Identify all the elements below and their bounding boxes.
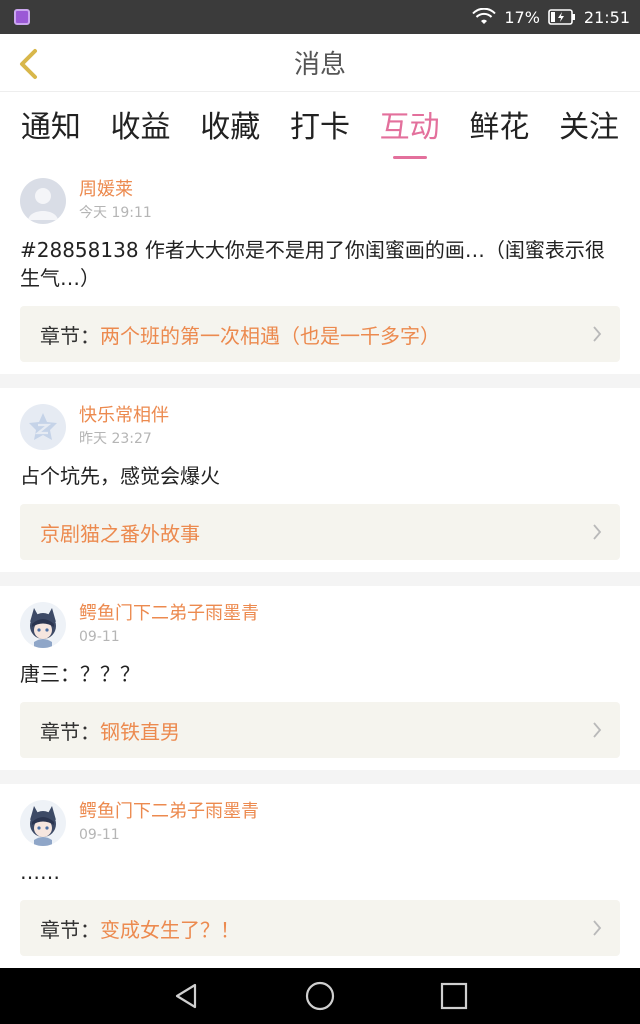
status-bar: 17% 21:51	[0, 0, 640, 34]
avatar[interactable]	[20, 602, 66, 648]
tab-following[interactable]: 关注	[555, 96, 623, 152]
app-notification-icon	[14, 9, 30, 25]
page-title: 消息	[293, 50, 346, 80]
timestamp: 昨天 23:27	[79, 431, 152, 447]
username[interactable]: 鳄鱼门下二弟子雨墨青	[79, 602, 259, 626]
timestamp: 09-11	[79, 629, 120, 645]
message-card: 周媛莱 今天 19:11 #28858138 作者大大你是不是用了你闺蜜画的画……	[0, 162, 640, 374]
message-card: 鳄鱼门下二弟子雨墨青 09-11 唐三：？？？ 章节： 钢铁直男	[0, 586, 640, 770]
chevron-right-icon	[593, 722, 602, 738]
tab-flowers[interactable]: 鲜花	[465, 96, 533, 152]
back-arrow-icon	[20, 49, 37, 79]
screen: 17% 21:51 消息 通知 收益 收藏 打卡 互动 鲜花 关注 周媛莱 今天…	[0, 0, 640, 1024]
chevron-right-icon	[593, 524, 602, 540]
avatar[interactable]	[20, 800, 66, 846]
back-button[interactable]	[10, 46, 46, 82]
default-user-icon	[28, 188, 58, 220]
username[interactable]: 快乐常相伴	[79, 404, 169, 428]
back-triangle-icon[interactable]	[171, 981, 201, 1011]
chapter-link[interactable]: 京剧猫之番外故事	[20, 504, 620, 560]
qzone-star-icon	[29, 413, 57, 440]
message-text: #28858138 作者大大你是不是用了你闺蜜画的画…（闺蜜表示很生气…）	[20, 238, 605, 290]
chapter-title: 钢铁直男	[100, 719, 180, 744]
avatar[interactable]	[20, 404, 66, 450]
message-text: 唐三：？？？	[20, 662, 140, 686]
chevron-right-icon	[593, 326, 602, 342]
tab-interactions[interactable]: 互动	[376, 96, 444, 159]
system-nav-bar	[0, 968, 640, 1024]
battery-charging-icon	[548, 9, 575, 25]
chevron-right-icon	[593, 920, 602, 936]
tab-favorites[interactable]: 收藏	[196, 96, 264, 152]
timestamp: 今天 19:11	[79, 205, 152, 221]
header: 消息	[0, 34, 640, 92]
chapter-link[interactable]: 章节： 变成女生了？！	[20, 900, 620, 956]
message-text: ……	[20, 860, 60, 884]
status-time: 21:51	[583, 7, 630, 27]
home-circle-icon[interactable]	[304, 980, 336, 1012]
username[interactable]: 鳄鱼门下二弟子雨墨青	[79, 800, 259, 824]
message-card: 鳄鱼门下二弟子雨墨青 09-11 …… 章节： 变成女生了？！	[0, 784, 640, 968]
chapter-link[interactable]: 章节： 钢铁直男	[20, 702, 620, 758]
username[interactable]: 周媛莱	[79, 178, 152, 202]
chapter-title: 变成女生了？！	[100, 917, 240, 942]
avatar[interactable]	[20, 178, 66, 224]
chapter-prefix: 章节：	[40, 917, 100, 942]
tab-bar: 通知 收益 收藏 打卡 互动 鲜花 关注	[0, 92, 640, 159]
chapter-title: 两个班的第一次相遇（也是一千多字）	[100, 323, 440, 348]
message-list: 周媛莱 今天 19:11 #28858138 作者大大你是不是用了你闺蜜画的画……	[0, 162, 640, 968]
anime-avatar-icon	[30, 806, 56, 846]
tab-check-in[interactable]: 打卡	[286, 96, 354, 152]
chapter-prefix: 章节：	[40, 719, 100, 744]
chapter-prefix: 章节：	[40, 323, 100, 348]
tab-notifications[interactable]: 通知	[17, 96, 85, 152]
message-text: 占个坑先，感觉会爆火	[20, 464, 220, 488]
anime-avatar-icon	[30, 608, 56, 648]
timestamp: 09-11	[79, 827, 120, 843]
chapter-link[interactable]: 章节： 两个班的第一次相遇（也是一千多字）	[20, 306, 620, 362]
tab-earnings[interactable]: 收益	[107, 96, 175, 152]
recents-square-icon[interactable]	[439, 981, 469, 1011]
battery-percent: 17%	[504, 7, 540, 27]
wifi-icon	[472, 8, 497, 24]
chapter-title: 京剧猫之番外故事	[40, 521, 200, 546]
message-card: 快乐常相伴 昨天 23:27 占个坑先，感觉会爆火 京剧猫之番外故事	[0, 388, 640, 572]
